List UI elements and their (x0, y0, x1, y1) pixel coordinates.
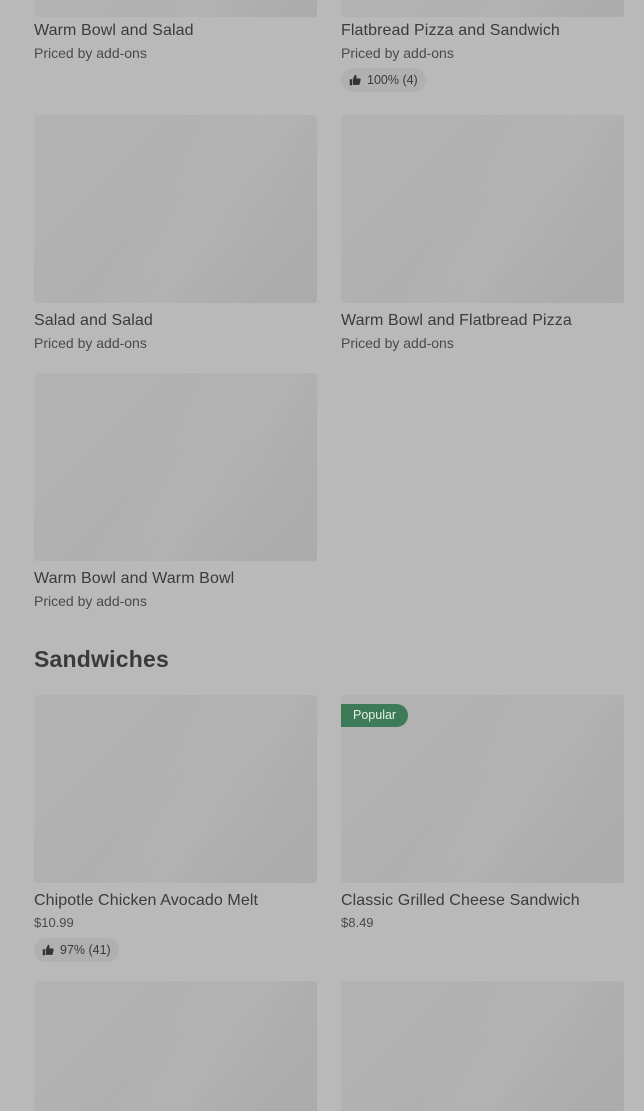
menu-item-image (341, 0, 624, 17)
menu-item-title: Warm Bowl and Flatbread Pizza (341, 312, 572, 329)
menu-item-image (341, 981, 624, 1111)
menu-item-card[interactable]: Popular Classic Grilled Cheese Sandwich … (341, 695, 624, 932)
menu-item-card[interactable]: Flatbread Pizza and Sandwich Priced by a… (341, 0, 624, 92)
menu-item-price-note: Priced by add-ons (341, 335, 454, 351)
menu-item-image (34, 981, 317, 1111)
menu-grid: Warm Bowl and Salad Priced by add-ons Fl… (0, 0, 644, 1111)
rating-text: 100% (4) (367, 73, 418, 87)
menu-item-card[interactable] (341, 981, 624, 1111)
section-heading-sandwiches: Sandwiches (34, 646, 169, 672)
menu-item-price-note: Priced by add-ons (34, 335, 147, 351)
menu-item-image (341, 115, 624, 303)
menu-item-title: Classic Grilled Cheese Sandwich (341, 892, 580, 909)
menu-item-price: $10.99 (34, 915, 74, 930)
menu-item-image (34, 695, 317, 883)
menu-item-card[interactable]: Warm Bowl and Warm Bowl Priced by add-on… (34, 373, 317, 610)
menu-item-image (34, 0, 317, 17)
menu-item-card[interactable]: Warm Bowl and Salad Priced by add-ons (34, 0, 317, 62)
menu-item-price: $8.49 (341, 915, 374, 930)
menu-item-title: Flatbread Pizza and Sandwich (341, 22, 560, 39)
menu-item-title: Chipotle Chicken Avocado Melt (34, 892, 259, 909)
menu-item-card[interactable]: Chipotle Chicken Avocado Melt $10.99 97%… (34, 695, 317, 962)
menu-item-card[interactable]: Warm Bowl and Flatbread Pizza Priced by … (341, 115, 624, 352)
rating-pill: 100% (4) (341, 68, 426, 92)
thumbs-up-icon (349, 74, 361, 86)
popular-badge: Popular (341, 704, 409, 727)
menu-item-price-note: Priced by add-ons (341, 45, 454, 61)
thumbs-up-icon (42, 944, 54, 956)
menu-item-card[interactable] (34, 981, 317, 1111)
menu-item-card[interactable]: Salad and Salad Priced by add-ons (34, 115, 317, 352)
menu-item-title: Salad and Salad (34, 312, 153, 329)
menu-item-image: Popular (341, 695, 624, 883)
rating-text: 97% (41) (60, 943, 111, 957)
menu-item-title: Warm Bowl and Salad (34, 22, 194, 39)
menu-item-image (34, 115, 317, 303)
menu-item-title: Warm Bowl and Warm Bowl (34, 570, 235, 587)
menu-item-image (34, 373, 317, 561)
menu-item-price-note: Priced by add-ons (34, 593, 147, 609)
menu-item-price-note: Priced by add-ons (34, 45, 147, 61)
rating-pill: 97% (41) (34, 938, 119, 962)
